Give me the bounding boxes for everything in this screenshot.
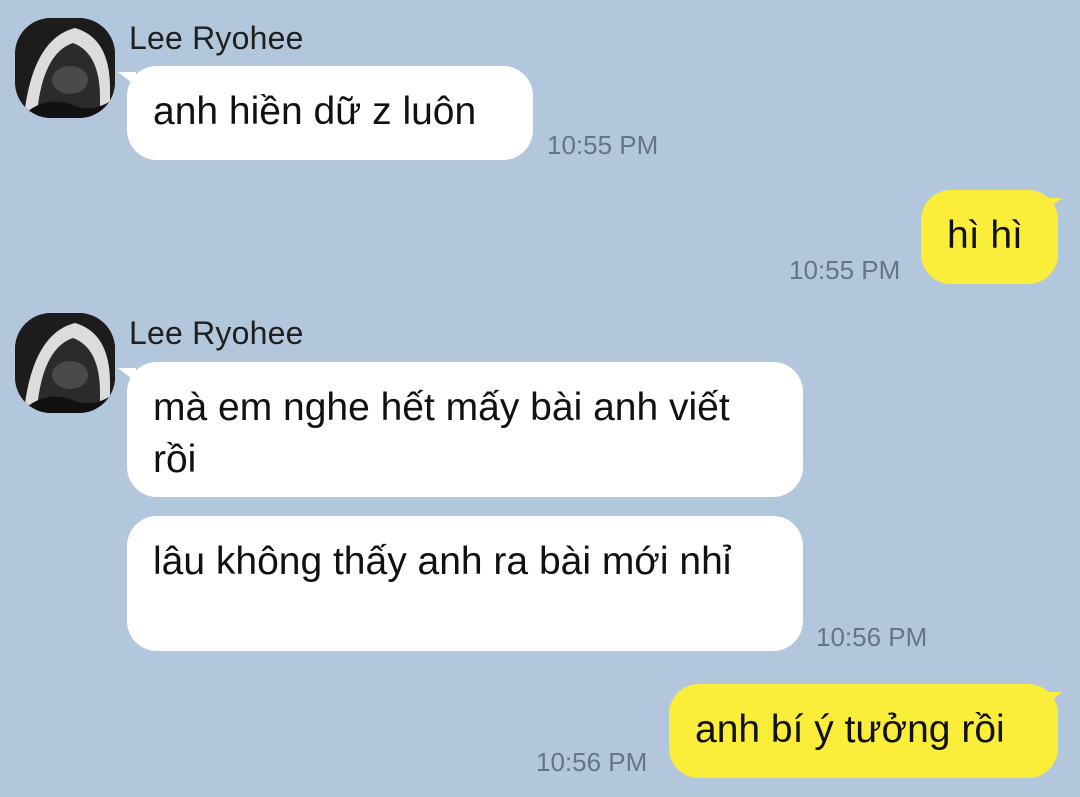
message-text: anh hiền dữ z luôn	[153, 90, 477, 133]
sender-name: Lee Ryohee	[129, 20, 304, 56]
message-bubble-incoming[interactable]: anh hiền dữ z luôn	[127, 66, 533, 160]
message-text: anh bí ý tưởng rồi	[695, 708, 1005, 751]
avatar-image	[15, 18, 115, 118]
message-text: lâu không thấy anh ra bài mới nhỉ	[153, 540, 732, 583]
sender-avatar[interactable]	[15, 18, 115, 118]
message-timestamp: 10:56 PM	[536, 747, 648, 777]
message-bubble-outgoing[interactable]: hì hì	[921, 190, 1058, 284]
message-text: mà em nghe hết mấy bài anh viết rồi	[153, 386, 730, 481]
message-timestamp: 10:55 PM	[789, 255, 901, 285]
message-timestamp: 10:55 PM	[547, 130, 659, 160]
message-bubble-incoming[interactable]: lâu không thấy anh ra bài mới nhỉ	[127, 516, 803, 651]
message-text: hì hì	[947, 214, 1023, 257]
message-bubble-outgoing[interactable]: anh bí ý tưởng rồi	[669, 684, 1058, 778]
sender-name: Lee Ryohee	[129, 315, 304, 351]
sender-avatar[interactable]	[15, 313, 115, 413]
message-timestamp: 10:56 PM	[816, 622, 928, 652]
avatar-image	[15, 313, 115, 413]
message-bubble-incoming[interactable]: mà em nghe hết mấy bài anh viết rồi	[127, 362, 803, 497]
